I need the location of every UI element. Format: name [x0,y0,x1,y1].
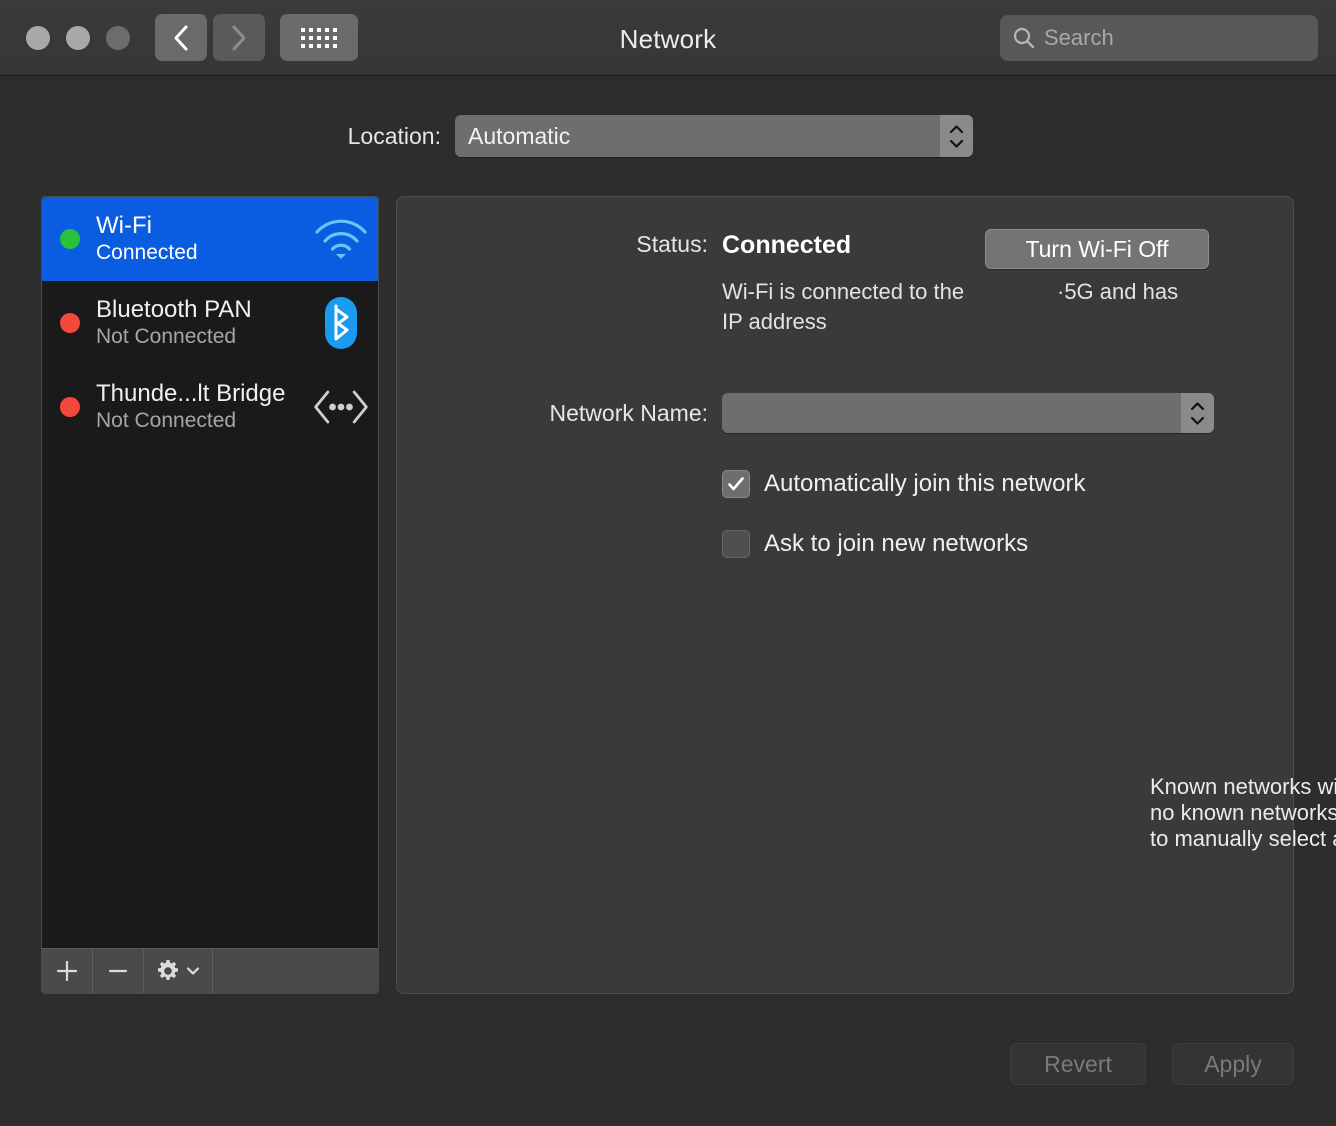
network-services-sidebar: Wi-Fi Connected Bluetooth PAN Not Co [41,196,379,994]
window-titlebar: Network [0,0,1336,76]
wifi-icon [310,216,372,262]
status-description-right: ·5G and has [1057,277,1178,307]
service-text: Thunde...lt Bridge Not Connected [96,380,310,434]
chevron-up-icon [948,124,965,135]
sidebar-toolbar [42,948,378,993]
sidebar-toolbar-filler [213,949,378,993]
auto-join-checkbox[interactable] [722,470,750,498]
service-actions-button[interactable] [144,949,213,993]
checkmark-icon [726,474,746,494]
status-value: Connected [722,231,851,259]
wifi-detail-panel: Status: Connected Turn Wi-Fi Off Wi-Fi i… [396,196,1294,994]
status-led-red [60,397,80,417]
network-name-row: Network Name: [397,393,1293,433]
search-icon [1012,26,1036,50]
chevron-down-icon [1189,415,1206,426]
thunderbolt-bridge-icon [310,384,372,430]
plus-icon [55,959,79,983]
status-led-red [60,313,80,333]
network-preferences-window: Network Location: Automatic [0,0,1336,1126]
revert-button[interactable]: Revert [1010,1043,1146,1085]
join-networks-help-text: Known networks will be joined automatica… [1150,774,1336,852]
service-name: Wi-Fi [96,212,310,240]
service-text: Bluetooth PAN Not Connected [96,296,310,350]
location-popup-button[interactable]: Automatic [455,115,973,157]
service-name: Thunde...lt Bridge [96,380,310,408]
location-value: Automatic [455,123,570,150]
auto-join-checkbox-row[interactable]: Automatically join this network [722,470,1085,498]
network-name-popup-button[interactable] [722,393,1214,433]
network-services-list: Wi-Fi Connected Bluetooth PAN Not Co [42,197,378,948]
sidebar-item-thunderbolt-bridge[interactable]: Thunde...lt Bridge Not Connected [42,365,378,449]
chevron-up-icon [1189,401,1206,412]
gear-icon [155,958,181,984]
location-stepper-arrows[interactable] [940,115,973,157]
apply-button[interactable]: Apply [1172,1043,1294,1085]
location-row: Location: Automatic [0,115,1336,157]
minus-icon [106,959,130,983]
search-input[interactable] [1044,25,1332,51]
network-name-label: Network Name: [397,400,722,427]
ask-join-checkbox[interactable] [722,530,750,558]
status-led-green [60,229,80,249]
sidebar-item-bluetooth-pan[interactable]: Bluetooth PAN Not Connected [42,281,378,365]
sidebar-item-wifi[interactable]: Wi-Fi Connected [42,197,378,281]
ask-join-label: Ask to join new networks [764,530,1028,558]
service-status: Not Connected [96,324,310,350]
service-status: Connected [96,240,310,266]
ask-join-checkbox-row[interactable]: Ask to join new networks [722,530,1028,558]
bluetooth-icon [310,294,372,352]
service-text: Wi-Fi Connected [96,212,310,266]
turn-wifi-off-button[interactable]: Turn Wi-Fi Off [985,229,1209,269]
service-status: Not Connected [96,408,310,434]
status-label: Status: [397,231,722,258]
status-description-left: Wi-Fi is connected to the IP address [722,277,977,337]
service-name: Bluetooth PAN [96,296,310,324]
search-field[interactable] [1000,15,1318,61]
remove-service-button[interactable] [93,949,144,993]
add-service-button[interactable] [42,949,93,993]
chevron-down-icon [948,138,965,149]
network-name-stepper-arrows[interactable] [1181,393,1214,433]
chevron-down-icon [185,965,201,977]
location-label: Location: [0,123,455,150]
auto-join-label: Automatically join this network [764,470,1085,498]
